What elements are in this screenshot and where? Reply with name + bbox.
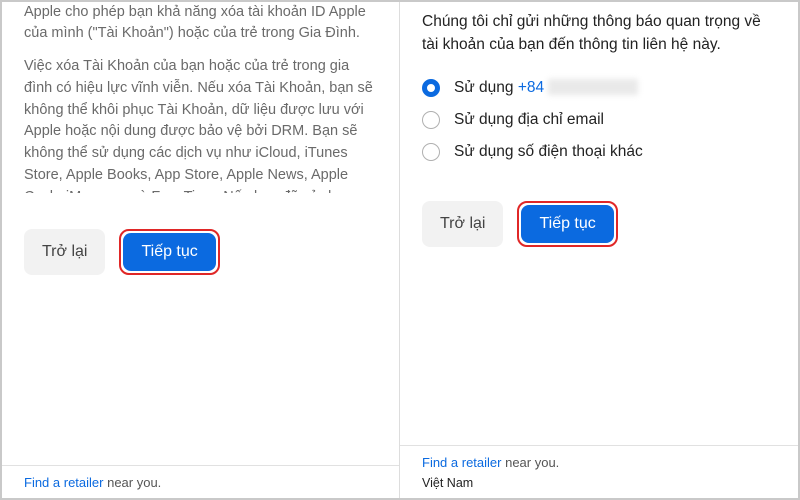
button-row-right: Trở lại Tiếp tục: [422, 201, 776, 247]
contact-intro-text: Chúng tôi chỉ gửi những thông báo quan t…: [422, 10, 776, 57]
radio-unselected-icon[interactable]: [422, 143, 440, 161]
button-row-left: Trở lại Tiếp tục: [24, 229, 399, 275]
bottom-bar-right: Find a retailer near you. Việt Nam: [400, 445, 798, 498]
back-button[interactable]: Trở lại: [24, 229, 105, 275]
radio-email-label: Sử dụng địa chỉ email: [454, 111, 604, 129]
retailer-text: near you.: [103, 475, 161, 490]
terms-panel: Apple cho phép bạn khả năng xóa tài khoả…: [2, 2, 400, 498]
find-retailer-link[interactable]: Find a retailer: [24, 475, 103, 490]
phone-country-code: +84: [518, 79, 544, 96]
region-label: Việt Nam: [422, 476, 776, 490]
contact-radio-group: Sử dụng +84 Sử dụng địa chỉ email Sử dụn…: [422, 79, 776, 161]
continue-button[interactable]: Tiếp tục: [521, 205, 613, 243]
continue-highlight: Tiếp tục: [517, 201, 617, 247]
contact-panel: Chúng tôi chỉ gửi những thông báo quan t…: [400, 2, 798, 498]
radio-option-email[interactable]: Sử dụng địa chỉ email: [422, 111, 776, 129]
retailer-text: near you.: [501, 455, 559, 470]
radio-unselected-icon[interactable]: [422, 111, 440, 129]
find-retailer-link[interactable]: Find a retailer: [422, 455, 501, 470]
phone-number-redacted: [548, 79, 638, 95]
radio-selected-icon[interactable]: [422, 79, 440, 97]
terms-body-text: Việc xóa Tài Khoản của bạn hoặc của trẻ …: [24, 56, 377, 192]
radio-option-other-phone[interactable]: Sử dụng số điện thoại khác: [422, 143, 776, 161]
back-button[interactable]: Trở lại: [422, 201, 503, 247]
contact-content: Chúng tôi chỉ gửi những thông báo quan t…: [400, 2, 798, 445]
terms-content: Apple cho phép bạn khả năng xóa tài khoả…: [2, 2, 399, 193]
radio-option-phone[interactable]: Sử dụng +84: [422, 79, 776, 97]
radio-phone-label: Sử dụng: [454, 79, 518, 96]
continue-button[interactable]: Tiếp tục: [123, 233, 215, 271]
terms-intro-text: Apple cho phép bạn khả năng xóa tài khoả…: [24, 2, 377, 44]
radio-other-phone-label: Sử dụng số điện thoại khác: [454, 143, 643, 161]
continue-highlight: Tiếp tục: [119, 229, 219, 275]
bottom-bar-left: Find a retailer near you.: [2, 465, 399, 498]
